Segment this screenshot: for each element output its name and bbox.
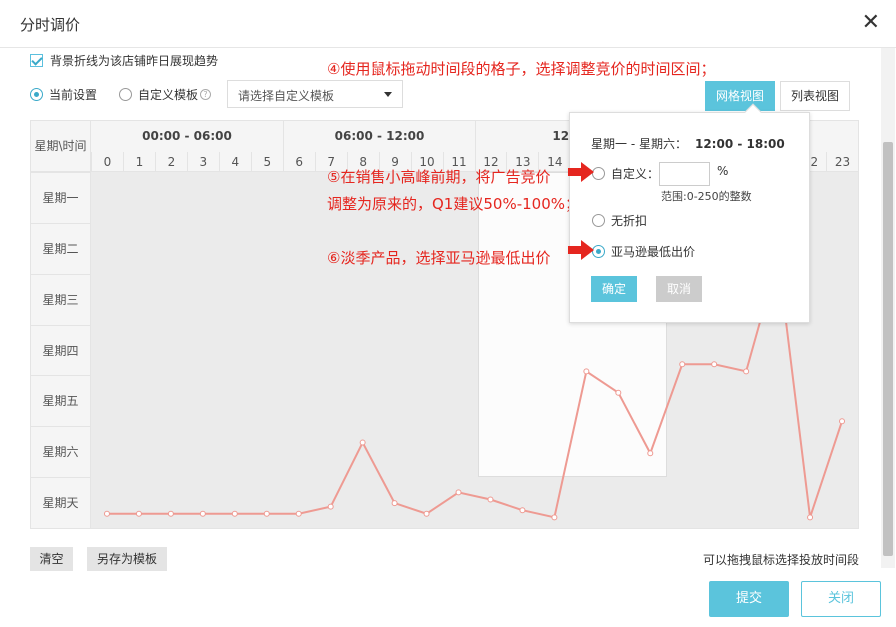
dialog-title: 分时调价 (20, 16, 81, 34)
trend-point (583, 368, 590, 375)
mode-radio-group: 当前设置 自定义模板 ? (30, 86, 212, 103)
grid-view-button[interactable]: 网格视图 (705, 81, 775, 111)
drag-hint: 可以拖拽鼠标选择投放时间段 (703, 553, 860, 567)
bid-adjust-popover: 星期一 - 星期六： 12:00 - 18:00 自定义： % 范围:0-250的… (569, 103, 810, 323)
popover-time: 12:00 - 18:00 (694, 137, 785, 151)
trend-point (455, 489, 462, 496)
min-bid-label[interactable]: 亚马逊最低出价 (611, 243, 695, 260)
close-icon[interactable]: ✕ (862, 10, 880, 36)
trend-point (807, 514, 814, 521)
range-hint: 范围:0-250的整数 (661, 190, 752, 203)
annotation-step4: ④使用鼠标拖动时间段的格子，选择调整竞价的时间区间； (327, 60, 716, 78)
trend-point (647, 450, 654, 457)
custom-option[interactable]: 自定义： (592, 165, 659, 182)
custom-template-radio[interactable] (119, 88, 133, 101)
cancel-button[interactable]: 取消 (656, 276, 702, 302)
trend-point (423, 510, 430, 517)
current-setting-label[interactable]: 当前设置 (49, 86, 97, 103)
trend-point (519, 507, 526, 514)
annotation-step6: ⑥淡季产品，选择亚马逊最低出价 (327, 249, 551, 267)
popover-header: 星期一 - 星期六： 12:00 - 18:00 (591, 135, 785, 152)
trend-checkbox-row[interactable]: 背景折线为该店铺昨日展现趋势 (30, 52, 218, 69)
popover-days: 星期一 - 星期六： (591, 137, 687, 151)
trend-checkbox[interactable] (30, 54, 43, 67)
annotation-arrow-icon (568, 162, 594, 182)
scrollbar-thumb[interactable] (883, 142, 893, 556)
percent-input[interactable] (659, 162, 710, 186)
trend-point (135, 510, 142, 517)
no-discount-label[interactable]: 无折扣 (611, 212, 647, 229)
trend-point (615, 389, 622, 396)
trend-point (359, 439, 366, 446)
current-setting-radio[interactable] (30, 88, 43, 101)
submit-button[interactable]: 提交 (709, 581, 789, 617)
min-bid-option[interactable]: 亚马逊最低出价 (592, 243, 695, 260)
annotation-step5-line1: ⑤在销售小高峰前期，将广告竞价 (327, 168, 551, 186)
annotation-arrow-icon (568, 240, 594, 260)
chevron-down-icon (384, 92, 392, 97)
time-pricing-dialog: 分时调价 ✕ 背景折线为该店铺昨日展现趋势 ④使用鼠标拖动时间段的格子，选择调整… (0, 0, 896, 627)
trend-point (487, 496, 494, 503)
no-discount-option[interactable]: 无折扣 (592, 212, 647, 229)
template-select[interactable]: 请选择自定义模板 (227, 80, 403, 108)
dialog-header: 分时调价 ✕ (0, 0, 896, 48)
trend-point (263, 510, 270, 517)
custom-template-label[interactable]: 自定义模板 (138, 86, 198, 103)
scrollbar[interactable] (881, 48, 895, 568)
trend-point (839, 418, 846, 425)
clear-button[interactable]: 清空 (30, 547, 73, 571)
trend-point (231, 510, 238, 517)
no-discount-radio[interactable] (592, 214, 605, 227)
list-view-button[interactable]: 列表视图 (780, 81, 850, 111)
trend-point (743, 368, 750, 375)
trend-point (295, 510, 302, 517)
trend-point (199, 510, 206, 517)
trend-point (711, 361, 718, 368)
trend-point (679, 361, 686, 368)
trend-point (327, 503, 334, 510)
trend-point (167, 510, 174, 517)
annotation-step5-line2: 调整为原来的，Q1建议50%-100%； (327, 195, 580, 213)
trend-point (103, 510, 110, 517)
custom-option-label[interactable]: 自定义： (611, 165, 659, 182)
template-select-placeholder: 请选择自定义模板 (238, 89, 335, 103)
confirm-button[interactable]: 确定 (591, 276, 637, 302)
trend-checkbox-label: 背景折线为该店铺昨日展现趋势 (50, 54, 219, 68)
help-icon[interactable]: ? (200, 89, 212, 100)
trend-point (391, 500, 398, 507)
trend-point (551, 514, 558, 521)
save-template-button[interactable]: 另存为模板 (87, 547, 167, 571)
close-button[interactable]: 关闭 (801, 581, 881, 617)
percent-unit: % (717, 164, 729, 178)
